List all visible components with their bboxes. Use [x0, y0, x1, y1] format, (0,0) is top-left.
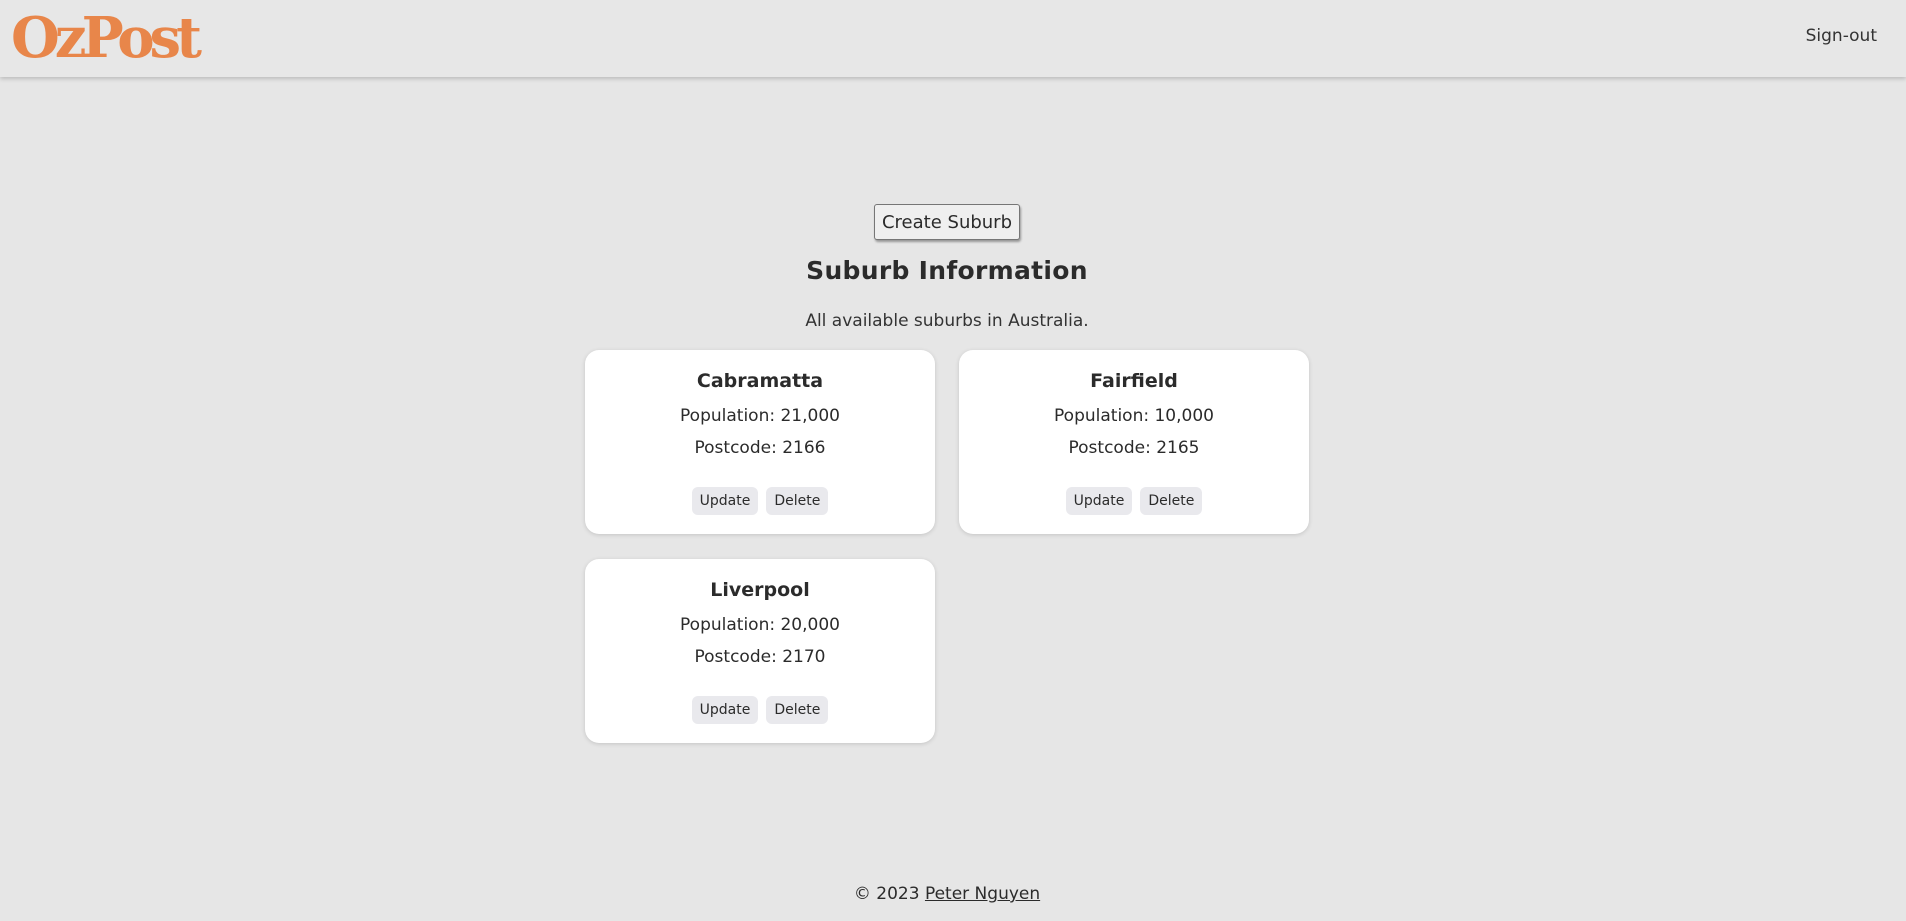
suburb-postcode: Postcode: 2165: [1068, 438, 1200, 458]
ozpost-logo[interactable]: OzPost: [11, 2, 202, 74]
page-title: Suburb Information: [806, 256, 1088, 285]
delete-button[interactable]: Delete: [766, 487, 829, 515]
card-actions: Update Delete: [959, 487, 1309, 515]
suburb-card-fairfield: Fairfield Population: 10,000 Postcode: 2…: [959, 350, 1309, 534]
suburb-postcode: Postcode: 2170: [694, 647, 826, 667]
delete-button[interactable]: Delete: [766, 696, 829, 724]
author-link[interactable]: Peter Nguyen: [925, 884, 1040, 904]
suburb-population: Population: 21,000: [680, 406, 840, 426]
suburb-population: Population: 20,000: [680, 615, 840, 635]
suburb-postcode: Postcode: 2166: [694, 438, 826, 458]
card-actions: Update Delete: [585, 487, 935, 515]
suburb-name: Liverpool: [710, 579, 810, 601]
sign-out-link[interactable]: Sign-out: [1806, 26, 1877, 46]
suburb-card-cabramatta: Cabramatta Population: 21,000 Postcode: …: [585, 350, 935, 534]
create-suburb-button[interactable]: Create Suburb: [874, 204, 1020, 240]
suburb-name: Fairfield: [1090, 370, 1178, 392]
update-button[interactable]: Update: [691, 487, 759, 515]
update-button[interactable]: Update: [691, 696, 759, 724]
card-actions: Update Delete: [585, 696, 935, 724]
suburb-card-liverpool: Liverpool Population: 20,000 Postcode: 2…: [585, 559, 935, 743]
page-footer: © 2023 Peter Nguyen: [0, 884, 1894, 904]
delete-button[interactable]: Delete: [1140, 487, 1203, 515]
page-subtitle: All available suburbs in Australia.: [805, 311, 1089, 331]
suburb-name: Cabramatta: [696, 370, 824, 392]
suburb-population: Population: 10,000: [1054, 406, 1214, 426]
update-button[interactable]: Update: [1065, 487, 1133, 515]
copyright-text: © 2023: [853, 884, 920, 904]
top-header: OzPost Sign-out: [0, 0, 1906, 77]
